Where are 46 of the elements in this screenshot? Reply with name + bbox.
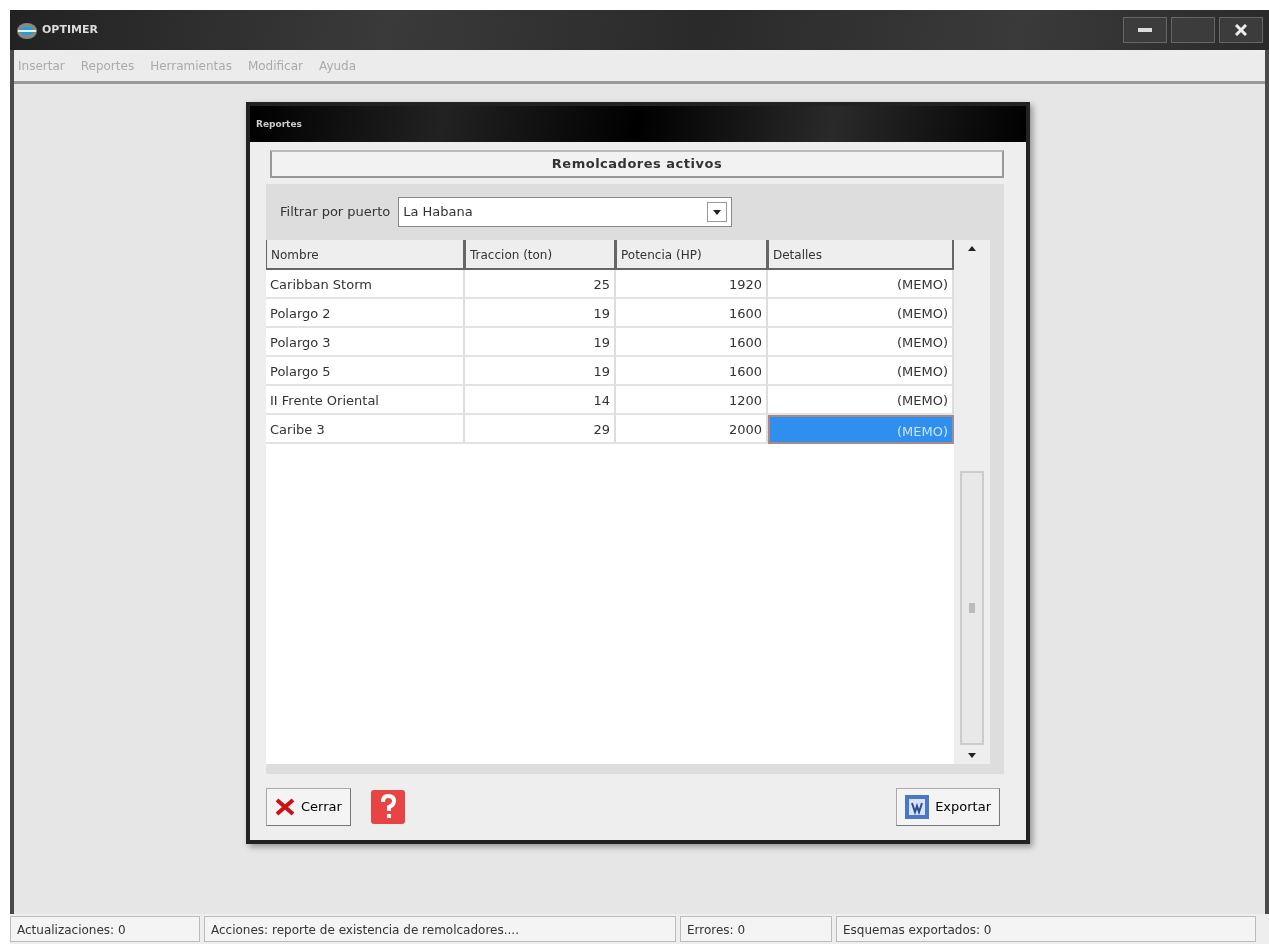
close-button[interactable]: Cerrar xyxy=(266,788,351,826)
table-cell: Polargo 2 xyxy=(266,299,465,328)
table-cell: Caribban Storm xyxy=(266,270,465,299)
table-cell: 19 xyxy=(465,328,616,357)
table-cell: (MEMO) xyxy=(768,415,954,444)
scrollbar[interactable] xyxy=(954,240,990,764)
minimize-button[interactable] xyxy=(1123,17,1167,43)
filter-label: Filtrar por puerto xyxy=(280,203,391,222)
table-cell: 25 xyxy=(465,270,616,299)
status-panel: Errores: 0 xyxy=(680,916,832,942)
status-panel: Actualizaciones: 0 xyxy=(10,916,200,942)
column-header[interactable]: Traccion (ton) xyxy=(465,240,616,270)
table-cell: 19 xyxy=(465,357,616,386)
close-icon xyxy=(1235,24,1247,36)
column-header[interactable]: Nombre xyxy=(266,240,465,270)
table-cell: 14 xyxy=(465,386,616,415)
table-cell: 1600 xyxy=(616,299,768,328)
dropdown-arrow-icon xyxy=(713,209,722,215)
app-logo-icon xyxy=(16,21,38,40)
dialog-title: Reportes xyxy=(250,106,1026,142)
document-icon xyxy=(905,795,930,819)
report-heading: Remolcadores activos xyxy=(270,150,1004,178)
help-icon[interactable] xyxy=(370,790,405,824)
close-button[interactable] xyxy=(1219,17,1263,43)
table-cell: 19 xyxy=(465,299,616,328)
table-cell: 1600 xyxy=(616,357,768,386)
port-dropdown[interactable]: La Habana xyxy=(398,197,733,227)
column-header[interactable]: Potencia (HP) xyxy=(616,240,768,270)
table-cell: II Frente Oriental xyxy=(266,386,465,415)
scroll-up-icon[interactable] xyxy=(968,246,976,251)
table-cell: 29 xyxy=(465,415,616,444)
column-header[interactable]: Detalles xyxy=(768,240,954,270)
minimize-icon xyxy=(1138,28,1152,32)
scroll-thumb[interactable] xyxy=(960,471,984,745)
table-cell: 1920 xyxy=(616,270,768,299)
table-cell: 1600 xyxy=(616,328,768,357)
table-cell: Polargo 3 xyxy=(266,328,465,357)
table-cell: 1200 xyxy=(616,386,768,415)
close-icon xyxy=(275,798,295,816)
export-button[interactable]: Exportar xyxy=(896,788,1000,826)
table-cell: Polargo 5 xyxy=(266,357,465,386)
window-title: OPTIMER xyxy=(42,21,98,38)
table-cell: Caribe 3 xyxy=(266,415,465,444)
status-panel: Acciones: reporte de existencia de remolcadores.... xyxy=(204,916,676,942)
scroll-down-icon[interactable] xyxy=(968,753,976,758)
status-panel: Esquemas exportados: 0 xyxy=(836,916,1256,942)
